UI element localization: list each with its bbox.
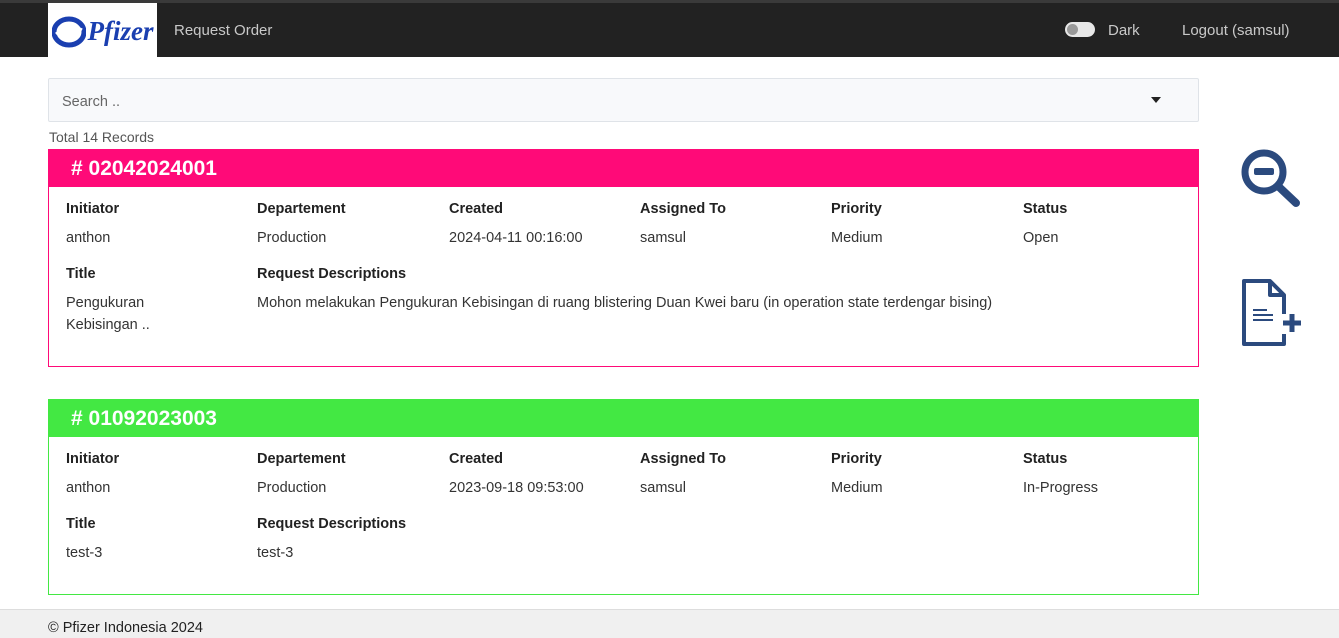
logout-link[interactable]: Logout (samsul) <box>1182 22 1290 39</box>
record-id-header[interactable]: # 01092023003 <box>49 400 1198 437</box>
field-created: Created 2023-09-18 09:53:00 <box>449 451 584 499</box>
field-created: Created 2024-04-11 00:16:00 <box>449 201 583 249</box>
file-add-icon[interactable] <box>1240 278 1304 348</box>
search-placeholder: Search .. <box>62 94 121 110</box>
value-created: 2023-09-18 09:53:00 <box>449 480 584 496</box>
value-title-line2: Kebisingan .. <box>66 317 150 333</box>
value-department: Production <box>257 480 327 496</box>
label-assigned-to: Assigned To <box>640 201 726 217</box>
record-card[interactable]: # 02042024001 Initiator anthon Departeme… <box>48 149 1199 367</box>
footer: © Pfizer Indonesia 2024 <box>0 609 1339 638</box>
pfizer-logo-icon <box>51 16 86 47</box>
field-title: Title Pengukuran Kebisingan .. <box>66 266 150 336</box>
field-request-descriptions: Request Descriptions Mohon melakukan Pen… <box>257 266 992 314</box>
label-initiator: Initiator <box>66 201 120 217</box>
field-title: Title test-3 <box>66 516 102 564</box>
value-initiator: anthon <box>66 480 111 496</box>
value-title-line1: Pengukuran <box>66 295 145 311</box>
value-title-line1: test-3 <box>66 545 103 561</box>
zoom-out-button[interactable] <box>1240 148 1302 215</box>
value-priority: Medium <box>831 480 883 496</box>
new-request-button[interactable] <box>1240 278 1304 353</box>
label-request-descriptions: Request Descriptions <box>257 516 407 532</box>
label-priority: Priority <box>831 451 882 467</box>
field-status: Status Open <box>1023 201 1067 249</box>
field-priority: Priority Medium <box>831 201 883 249</box>
chevron-down-icon[interactable] <box>1151 97 1161 103</box>
zoom-out-icon[interactable] <box>1240 148 1302 210</box>
field-request-descriptions: Request Descriptions test-3 <box>257 516 406 564</box>
label-title: Title <box>66 266 96 282</box>
field-status: Status In-Progress <box>1023 451 1098 499</box>
label-title: Title <box>66 516 96 532</box>
value-assigned-to: samsul <box>640 480 686 496</box>
footer-copyright: © Pfizer Indonesia 2024 <box>48 620 203 636</box>
field-priority: Priority Medium <box>831 451 883 499</box>
label-assigned-to: Assigned To <box>640 451 726 467</box>
value-priority: Medium <box>831 230 883 246</box>
dark-mode-label: Dark <box>1108 22 1140 39</box>
value-initiator: anthon <box>66 230 111 246</box>
record-id-header[interactable]: # 02042024001 <box>49 150 1198 187</box>
label-initiator: Initiator <box>66 451 120 467</box>
field-initiator: Initiator anthon <box>66 451 119 499</box>
label-request-descriptions: Request Descriptions <box>257 266 407 282</box>
search-select[interactable]: Search .. <box>48 78 1199 122</box>
value-status: Open <box>1023 230 1059 246</box>
field-initiator: Initiator anthon <box>66 201 119 249</box>
value-status: In-Progress <box>1023 480 1098 496</box>
total-records: Total 14 Records <box>49 129 155 145</box>
value-department: Production <box>257 230 327 246</box>
field-department: Departement Production <box>257 451 346 499</box>
value-description: test-3 <box>257 545 294 561</box>
field-assigned-to: Assigned To samsul <box>640 201 726 249</box>
field-department: Departement Production <box>257 201 346 249</box>
value-description: Mohon melakukan Pengukuran Kebisingan di… <box>257 295 993 311</box>
label-status: Status <box>1023 201 1068 217</box>
label-department: Departement <box>257 201 346 217</box>
logo-text: Pfizer <box>87 16 154 46</box>
value-assigned-to: samsul <box>640 230 686 246</box>
nav-request-order[interactable]: Request Order <box>174 22 272 39</box>
record-card[interactable]: # 01092023003 Initiator anthon Departeme… <box>48 399 1199 595</box>
pfizer-logo[interactable]: Pfizer <box>48 3 157 60</box>
label-status: Status <box>1023 451 1068 467</box>
label-department: Departement <box>257 451 346 467</box>
label-created: Created <box>449 201 503 217</box>
dark-mode-toggle[interactable] <box>1065 22 1095 37</box>
label-priority: Priority <box>831 201 882 217</box>
value-created: 2024-04-11 00:16:00 <box>449 230 583 246</box>
label-created: Created <box>449 451 503 467</box>
field-assigned-to: Assigned To samsul <box>640 451 726 499</box>
top-navbar: Pfizer Request Order Dark Logout (samsul… <box>0 0 1339 60</box>
